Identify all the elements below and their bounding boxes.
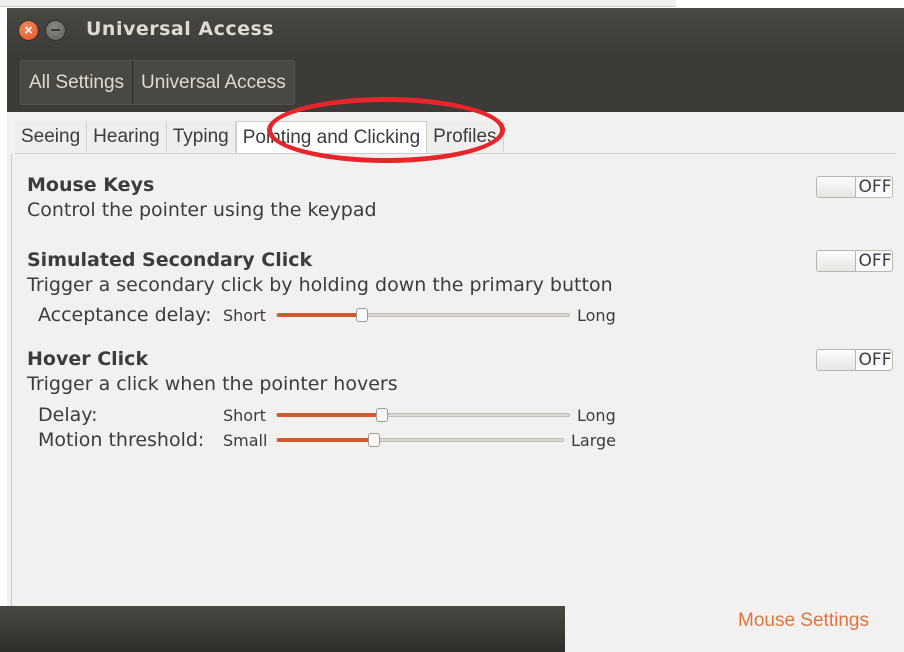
window-title: Universal Access (86, 18, 275, 40)
hover-delay-max: Long (577, 406, 616, 425)
tab-typing[interactable]: Typing (166, 121, 236, 152)
hover-click-title: Hover Click (27, 348, 149, 370)
toggle-state: OFF (858, 177, 892, 197)
breadcrumb: All Settings Universal Access (20, 60, 295, 105)
hover-click-toggle[interactable]: OFF (816, 349, 893, 371)
motion-threshold-min: Small (223, 431, 268, 450)
hover-delay-label: Delay: (38, 404, 98, 426)
background-window-edge (0, 0, 676, 7)
toggle-knob (817, 350, 856, 370)
toggle-knob (817, 177, 856, 197)
slider-handle[interactable] (356, 308, 368, 322)
motion-threshold-max: Large (571, 431, 617, 450)
tab-content: Mouse Keys Control the pointer using the… (11, 154, 899, 652)
acceptance-delay-label: Acceptance delay: (38, 304, 212, 326)
slider-handle[interactable] (376, 408, 388, 422)
tab-bar: Seeing Hearing Typing Pointing and Click… (15, 121, 896, 154)
secondary-click-desc: Trigger a secondary click by holding dow… (27, 274, 613, 296)
title-bar: × Universal Access (7, 8, 904, 52)
toggle-state: OFF (858, 350, 892, 370)
settings-window: × Universal Access All Settings Universa… (7, 8, 904, 652)
toggle-knob (817, 251, 856, 271)
breadcrumb-universal-access[interactable]: Universal Access (132, 61, 294, 104)
motion-threshold-slider[interactable] (276, 433, 564, 447)
breadcrumb-all-settings[interactable]: All Settings (21, 61, 132, 104)
secondary-click-toggle[interactable]: OFF (816, 250, 893, 272)
minimize-icon[interactable] (46, 21, 65, 40)
slider-fill (277, 438, 374, 442)
motion-threshold-label: Motion threshold: (38, 429, 205, 451)
tab-profiles[interactable]: Profiles (427, 121, 504, 152)
toggle-state: OFF (858, 251, 892, 271)
taskbar (0, 606, 565, 652)
hover-delay-slider[interactable] (276, 408, 570, 422)
slider-handle[interactable] (368, 433, 380, 447)
mouse-keys-toggle[interactable]: OFF (816, 176, 893, 198)
acceptance-delay-min: Short (223, 306, 266, 325)
breadcrumb-bar: All Settings Universal Access (7, 52, 904, 112)
mouse-keys-desc: Control the pointer using the keypad (27, 199, 377, 221)
slider-fill (277, 413, 382, 417)
tab-hearing[interactable]: Hearing (87, 121, 167, 152)
secondary-click-title: Simulated Secondary Click (27, 249, 313, 271)
acceptance-delay-max: Long (577, 306, 616, 325)
mouse-keys-title: Mouse Keys (27, 174, 155, 196)
slider-fill (277, 313, 362, 317)
mouse-settings-link[interactable]: Mouse Settings (738, 610, 869, 632)
tab-seeing[interactable]: Seeing (15, 121, 88, 152)
tab-pointing-and-clicking[interactable]: Pointing and Clicking (235, 121, 428, 153)
close-icon[interactable]: × (19, 21, 38, 40)
acceptance-delay-slider[interactable] (276, 308, 570, 322)
hover-click-desc: Trigger a click when the pointer hovers (27, 373, 398, 395)
hover-delay-min: Short (223, 406, 266, 425)
